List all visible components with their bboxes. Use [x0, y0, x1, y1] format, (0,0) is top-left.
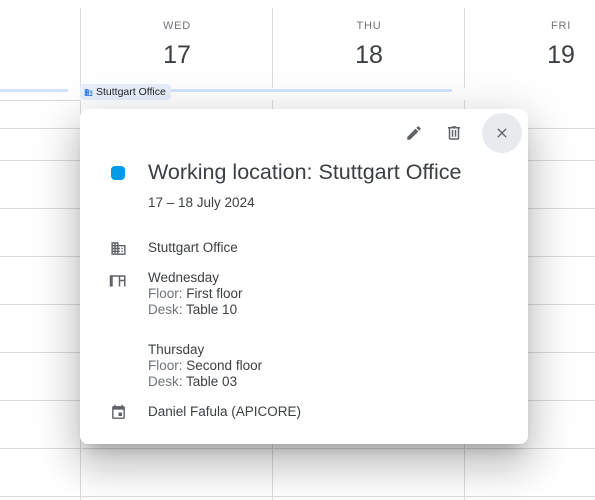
building-icon: [84, 88, 93, 96]
wednesday-desk: Desk: Table 10: [148, 302, 237, 317]
header-divider: [80, 8, 81, 88]
thursday-day: Thursday: [148, 342, 205, 357]
desk-value: Table 10: [186, 302, 238, 317]
event-details-popup: Working location: Stuttgart Office 17 – …: [80, 109, 528, 444]
wednesday-day: Wednesday: [148, 270, 220, 285]
close-button[interactable]: [482, 113, 522, 153]
working-location-chip[interactable]: Stuttgart Office: [80, 84, 171, 100]
delete-button[interactable]: [434, 113, 474, 153]
wednesday-floor: Floor: First floor: [148, 286, 243, 301]
event-title: Working location: Stuttgart Office: [148, 160, 462, 184]
office-name: Stuttgart Office: [148, 240, 238, 255]
day-of-week: WED: [162, 20, 192, 32]
desk-label: Desk:: [148, 302, 183, 317]
desk-label: Desk:: [148, 374, 183, 389]
day-of-week: FRI: [550, 20, 572, 32]
thursday-desk: Desk: Table 03: [148, 374, 237, 389]
calendar-icon: [109, 403, 127, 421]
calendar-owner: Daniel Fafula (APICORE): [148, 404, 302, 419]
working-location-strip[interactable]: [0, 89, 68, 92]
grid-line: [0, 496, 595, 497]
event-color-swatch: [111, 166, 125, 180]
grid-line: [0, 100, 80, 101]
day-number[interactable]: 18: [309, 41, 429, 70]
building-icon: [109, 239, 127, 257]
grid-line: [0, 448, 595, 449]
header-divider: [464, 8, 465, 88]
thursday-floor: Floor: Second floor: [148, 358, 262, 373]
day-number[interactable]: 19: [501, 41, 595, 70]
location-chip-label: Stuttgart Office: [96, 86, 166, 98]
floor-label: Floor:: [148, 286, 183, 301]
desk-icon: [109, 271, 127, 289]
floor-value: First floor: [186, 286, 243, 301]
edit-button[interactable]: [394, 113, 434, 153]
day-of-week: THU: [356, 20, 382, 32]
trash-icon: [448, 126, 460, 140]
day-number[interactable]: 17: [117, 41, 237, 70]
floor-label: Floor:: [148, 358, 183, 373]
floor-value: Second floor: [186, 358, 263, 373]
header-divider: [272, 8, 273, 88]
event-dates: 17 – 18 July 2024: [148, 195, 255, 210]
pencil-icon: [407, 126, 421, 140]
desk-value: Table 03: [186, 374, 238, 389]
close-icon: [497, 128, 507, 138]
